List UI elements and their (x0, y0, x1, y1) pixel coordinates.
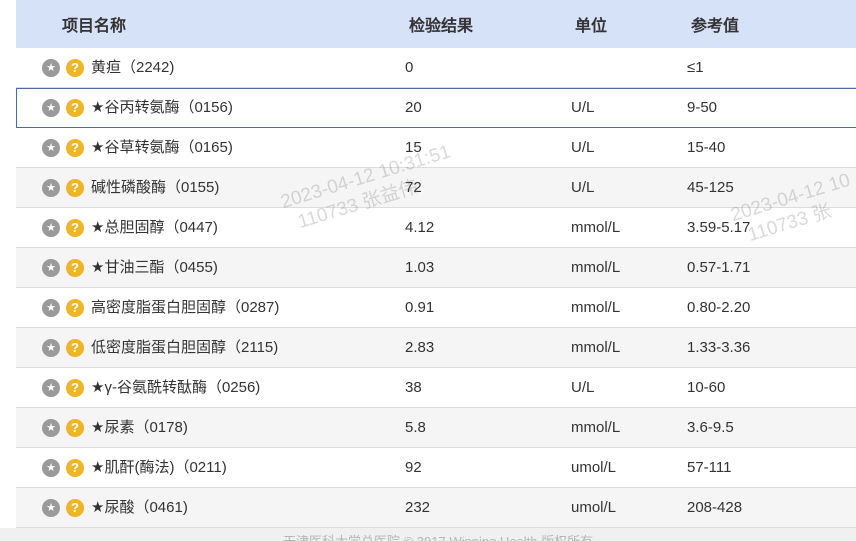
item-name: ★谷丙转氨酶（0156) (91, 99, 233, 116)
star-icon[interactable]: ★ (42, 139, 60, 157)
reference-value: 208-428 (687, 499, 743, 516)
star-icon[interactable]: ★ (42, 459, 60, 477)
result-value: 20 (405, 99, 422, 116)
item-name: 高密度脂蛋白胆固醇（0287) (91, 299, 280, 316)
reference-value: 0.57-1.71 (687, 259, 751, 276)
reference-value: 10-60 (687, 379, 726, 396)
table-body: ★? 黄疸（2242) 0 ≤1 ★? ★谷丙转氨酶（0156) 20 U/L 9-50 ★? ★谷… (16, 48, 856, 528)
star-icon[interactable]: ★ (42, 59, 60, 77)
unit-value: mmol/L (571, 259, 621, 276)
question-icon[interactable]: ? (66, 299, 84, 317)
table-row[interactable]: ★? ★尿酸（0461) 232 umol/L 208-428 (16, 488, 856, 528)
item-name: ★肌酐(酶法)（0211) (91, 459, 227, 476)
reference-value: 3.6-9.5 (687, 419, 734, 436)
star-icon[interactable]: ★ (42, 219, 60, 237)
result-value: 38 (405, 379, 422, 396)
reference-value: 3.59-5.17 (687, 219, 751, 236)
unit-value: mmol/L (571, 219, 621, 236)
reference-value: 9-50 (687, 99, 718, 116)
unit-value: mmol/L (571, 419, 621, 436)
header-result: 检验结果 (409, 18, 474, 35)
star-icon[interactable]: ★ (42, 499, 60, 517)
reference-value: 0.80-2.20 (687, 299, 751, 316)
result-value: 0 (405, 59, 414, 76)
reference-value: 45-125 (687, 179, 734, 196)
reference-value: 15-40 (687, 139, 726, 156)
unit-value: U/L (571, 379, 595, 396)
footer-copyright: 天津医科大学总医院 © 2017 Winning Health 版权所有 (283, 531, 593, 541)
table-row[interactable]: ★? ★甘油三酯（0455) 1.03 mmol/L 0.57-1.71 (16, 248, 856, 288)
table-header: 项目名称 检验结果 单位 参考值 (16, 0, 856, 48)
item-name: ★甘油三酯（0455) (91, 259, 218, 276)
lab-results-table: 项目名称 检验结果 单位 参考值 ★? 黄疸（2242) 0 ≤1 ★? ★谷丙转氨酶（0… (16, 0, 856, 528)
result-value: 2.83 (405, 339, 435, 356)
unit-value: mmol/L (571, 299, 621, 316)
star-icon[interactable]: ★ (42, 379, 60, 397)
table-row[interactable]: ★? ★总胆固醇（0447) 4.12 mmol/L 3.59-5.17 (16, 208, 856, 248)
star-icon[interactable]: ★ (42, 419, 60, 437)
table-row[interactable]: ★? 黄疸（2242) 0 ≤1 (16, 48, 856, 88)
result-value: 232 (405, 499, 431, 516)
question-icon[interactable]: ? (66, 99, 84, 117)
star-icon[interactable]: ★ (42, 99, 60, 117)
unit-value: U/L (571, 139, 595, 156)
question-icon[interactable]: ? (66, 339, 84, 357)
item-name: 碱性磷酸酶（0155) (91, 179, 220, 196)
star-icon[interactable]: ★ (42, 299, 60, 317)
table-row[interactable]: ★? ★谷丙转氨酶（0156) 20 U/L 9-50 (16, 88, 856, 128)
question-icon[interactable]: ? (66, 419, 84, 437)
header-item-name: 项目名称 (62, 18, 127, 35)
result-value: 15 (405, 139, 422, 156)
table-row[interactable]: ★? ★γ-谷氨酰转酞酶（0256) 38 U/L 10-60 (16, 368, 856, 408)
star-icon[interactable]: ★ (42, 259, 60, 277)
question-icon[interactable]: ? (66, 59, 84, 77)
star-icon[interactable]: ★ (42, 339, 60, 357)
result-value: 4.12 (405, 219, 435, 236)
table-row[interactable]: ★? 低密度脂蛋白胆固醇（2115) 2.83 mmol/L 1.33-3.36 (16, 328, 856, 368)
question-icon[interactable]: ? (66, 259, 84, 277)
table-row[interactable]: ★? ★尿素（0178) 5.8 mmol/L 3.6-9.5 (16, 408, 856, 448)
result-value: 92 (405, 459, 422, 476)
result-value: 5.8 (405, 419, 426, 436)
unit-value: mmol/L (571, 339, 621, 356)
result-value: 0.91 (405, 299, 435, 316)
question-icon[interactable]: ? (66, 139, 84, 157)
header-unit: 单位 (575, 18, 608, 35)
reference-value: 57-111 (687, 459, 732, 476)
item-name: 黄疸（2242) (91, 59, 175, 76)
footer: 天津医科大学总医院 © 2017 Winning Health 版权所有 (0, 528, 856, 541)
result-value: 1.03 (405, 259, 435, 276)
question-icon[interactable]: ? (66, 219, 84, 237)
unit-value: U/L (571, 179, 595, 196)
item-name: 低密度脂蛋白胆固醇（2115) (91, 339, 279, 356)
item-name: ★尿素（0178) (91, 419, 188, 436)
item-name: ★总胆固醇（0447) (91, 219, 218, 236)
table-row[interactable]: ★? ★谷草转氨酶（0165) 15 U/L 15-40 (16, 128, 856, 168)
item-name: ★尿酸（0461) (91, 499, 188, 516)
reference-value: 1.33-3.36 (687, 339, 751, 356)
unit-value: umol/L (571, 459, 617, 476)
question-icon[interactable]: ? (66, 499, 84, 517)
question-icon[interactable]: ? (66, 179, 84, 197)
left-gutter (0, 0, 16, 541)
item-name: ★谷草转氨酶（0165) (91, 139, 233, 156)
table-row[interactable]: ★? 碱性磷酸酶（0155) 72 U/L 45-125 (16, 168, 856, 208)
result-value: 72 (405, 179, 422, 196)
header-reference: 参考值 (691, 18, 740, 35)
star-icon[interactable]: ★ (42, 179, 60, 197)
table-row[interactable]: ★? ★肌酐(酶法)（0211) 92 umol/L 57-111 (16, 448, 856, 488)
unit-value: U/L (571, 99, 595, 116)
table-row[interactable]: ★? 高密度脂蛋白胆固醇（0287) 0.91 mmol/L 0.80-2.20 (16, 288, 856, 328)
reference-value: ≤1 (687, 59, 704, 76)
question-icon[interactable]: ? (66, 459, 84, 477)
unit-value: umol/L (571, 499, 617, 516)
item-name: ★γ-谷氨酰转酞酶（0256) (91, 379, 261, 396)
question-icon[interactable]: ? (66, 379, 84, 397)
